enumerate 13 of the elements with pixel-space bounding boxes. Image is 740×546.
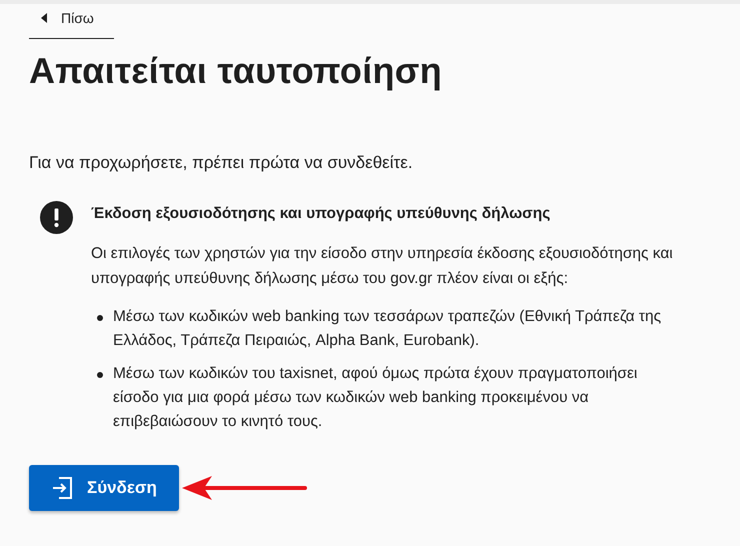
notice-text: Οι επιλογές των χρηστών για την είσοδο στην υπηρεσία έκδοσης εξουσιοδότησης και υπογραφής υπεύθυνης δήλωσης μέσω του gov.gr πλέον είναι οι εξής:: [91, 244, 674, 289]
bullet-icon: [97, 372, 103, 378]
notice-heading: Έκδοση εξουσιοδότησης και υπογραφής υπεύθυνης δήλωσης: [91, 205, 552, 223]
bullet-icon: [97, 315, 103, 321]
intro-text: Για να προχωρήσετε, πρέπει πρώτα να συνδεθείτε.: [29, 153, 414, 173]
alert-icon: [40, 201, 73, 234]
login-button[interactable]: Σύνδεση: [29, 465, 179, 511]
back-link[interactable]: Πίσω: [29, 4, 114, 39]
page-title: Απαιτείται ταυτοποίηση: [29, 49, 444, 93]
login-icon: [51, 477, 73, 499]
caret-icon: [41, 13, 47, 23]
list-item: Μέσω των κωδικών του taxisnet, αφού όμως πρώτα έχουν πραγματοποιήσει είσοδο για μια φορά μέσω των κωδικών web banking προκειμένου να επιβεβαιώσουν το κινητό τους.: [113, 364, 638, 432]
list-item: Μέσω των κωδικών web banking των τεσσάρων τραπεζών (Εθνική Τράπεζα της Ελλάδος, Τράπεζα Πειραιώς, Alpha Bank, Eurobank).: [113, 307, 662, 351]
